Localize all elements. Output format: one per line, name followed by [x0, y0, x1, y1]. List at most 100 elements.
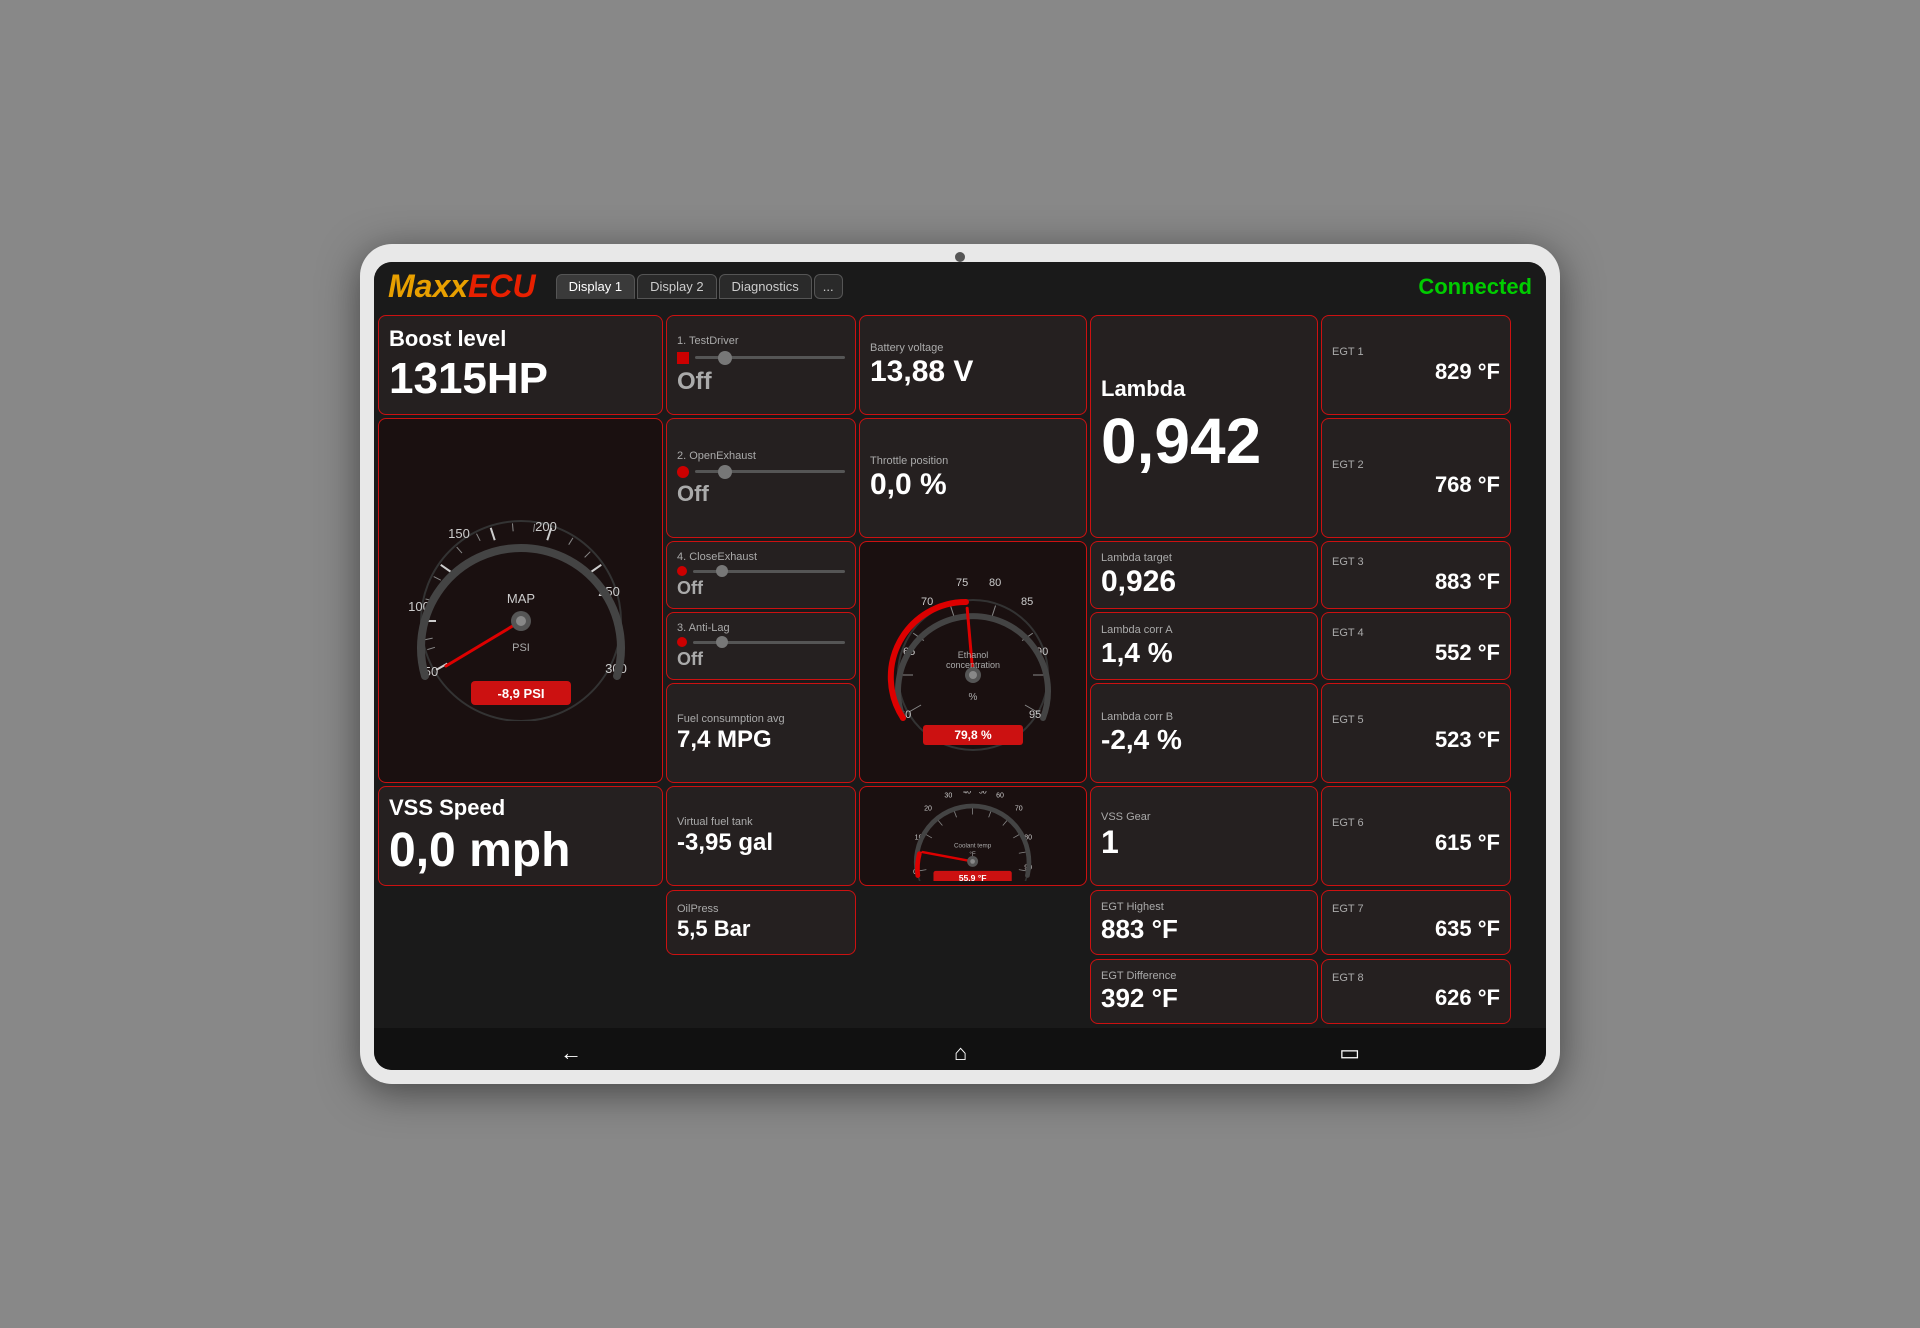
svg-text:MAP: MAP [506, 591, 534, 606]
egt-diff-label: EGT Difference [1101, 970, 1307, 982]
tablet-frame: Maxx ECU Display 1 Display 2 Diagnostics… [360, 244, 1560, 1084]
svg-text:°F: °F [969, 851, 975, 858]
driver3-label: 4. CloseExhaust [677, 551, 845, 563]
egt1-label: EGT 1 [1332, 346, 1500, 358]
throttle-value: 0,0 % [870, 468, 1076, 502]
egt4-label: EGT 4 [1332, 627, 1500, 639]
svg-text:30: 30 [944, 792, 952, 799]
egt-highest-cell: EGT Highest 883 °F [1090, 890, 1318, 955]
fuel-avg-cell: Fuel consumption avg 7,4 MPG [666, 683, 856, 783]
tab-bar: Display 1 Display 2 Diagnostics ... [556, 274, 843, 299]
tab-display1[interactable]: Display 1 [556, 274, 635, 299]
coolant-gauge-svg: 0 10 20 30 40 50 60 70 80 90 100 110 120 [908, 791, 1038, 881]
egt5-cell: EGT 5 523 °F [1321, 683, 1511, 783]
driver2-label: 2. OpenExhaust [677, 450, 845, 462]
lambda-value: 0,942 [1101, 404, 1307, 478]
svg-text:70: 70 [1015, 806, 1023, 813]
vss-speed-title: VSS Speed [389, 795, 652, 821]
egt5-label: EGT 5 [1332, 714, 1500, 726]
svg-text:concentration: concentration [945, 660, 999, 670]
battery-value: 13,88 V [870, 355, 1076, 389]
lambda-corr-a-label: Lambda corr A [1101, 624, 1307, 636]
recent-button[interactable]: ▭ [1339, 1040, 1360, 1066]
vss-gear-value: 1 [1101, 824, 1307, 861]
ethanol-gauge-svg: 60 65 70 75 80 85 90 95 100 [881, 570, 1066, 755]
driver2-dot [677, 466, 689, 478]
svg-text:150: 150 [448, 526, 470, 541]
boost-value: 1315HP [389, 354, 652, 404]
egt4-value: 552 °F [1332, 640, 1500, 666]
svg-text:PSI: PSI [512, 642, 530, 654]
status-connected: Connected [1418, 274, 1532, 300]
lambda-corr-b-value: -2,4 % [1101, 724, 1307, 756]
lambda-target-cell: Lambda target 0,926 [1090, 541, 1318, 609]
fuel-avg-label: Fuel consumption avg [677, 713, 845, 725]
lambda-corr-b-cell: Lambda corr B -2,4 % [1090, 683, 1318, 783]
main-grid: Boost level 1315HP 1. TestDriver Off [374, 311, 1546, 890]
home-button[interactable]: ⌂ [954, 1040, 967, 1066]
svg-text:85: 85 [1021, 596, 1033, 608]
driver4-cell: 3. Anti-Lag Off [666, 612, 856, 680]
egt6-value: 615 °F [1332, 830, 1500, 856]
oil-press-cell: OilPress 5,5 Bar [666, 890, 856, 955]
map-gauge-svg: 50 100 150 200 250 [391, 481, 651, 721]
fuel-tank-value: -3,95 gal [677, 829, 845, 857]
oil-press-value: 5,5 Bar [677, 916, 845, 942]
logo-maxx: Maxx [388, 268, 468, 305]
driver4-value: Off [677, 649, 845, 670]
egt7-value: 635 °F [1332, 916, 1500, 942]
lambda-corr-a-value: 1,4 % [1101, 637, 1307, 669]
egt1-cell: EGT 1 829 °F [1321, 315, 1511, 415]
screen: Maxx ECU Display 1 Display 2 Diagnostics… [374, 262, 1546, 1070]
svg-text:70: 70 [921, 596, 933, 608]
svg-text:Ethanol: Ethanol [957, 650, 988, 660]
driver1-cell: 1. TestDriver Off [666, 315, 856, 415]
lambda-target-value: 0,926 [1101, 565, 1307, 599]
vss-gear-cell: VSS Gear 1 [1090, 786, 1318, 886]
vss-speed-value: 0,0 mph [389, 823, 652, 878]
driver1-thumb [718, 351, 732, 365]
camera [955, 252, 965, 262]
coolant-gauge-cell: 0 10 20 30 40 50 60 70 80 90 100 110 120 [859, 786, 1087, 886]
throttle-label: Throttle position [870, 455, 1076, 467]
driver1-dot [677, 352, 689, 364]
logo-ecu: ECU [468, 268, 536, 305]
egt6-label: EGT 6 [1332, 817, 1500, 829]
tab-more[interactable]: ... [814, 274, 843, 299]
egt3-label: EGT 3 [1332, 556, 1500, 568]
svg-text:50: 50 [979, 791, 987, 795]
svg-text:60: 60 [996, 792, 1004, 799]
egt5-value: 523 °F [1332, 727, 1500, 753]
egt4-cell: EGT 4 552 °F [1321, 612, 1511, 680]
boost-cell: Boost level 1315HP [378, 315, 663, 415]
driver4-label: 3. Anti-Lag [677, 622, 845, 634]
nav-bar: ← ⌂ ▭ [374, 1028, 1546, 1070]
fuel-avg-value: 7,4 MPG [677, 726, 845, 754]
egt2-label: EGT 2 [1332, 459, 1500, 471]
svg-text:75: 75 [956, 577, 968, 589]
egt2-cell: EGT 2 768 °F [1321, 418, 1511, 538]
svg-text:-8,9 PSI: -8,9 PSI [497, 686, 544, 701]
svg-text:55,9 °F: 55,9 °F [959, 873, 987, 881]
boost-title: Boost level [389, 326, 652, 352]
egt8-value: 626 °F [1332, 985, 1500, 1011]
svg-text:79,8 %: 79,8 % [954, 728, 992, 742]
egt1-value: 829 °F [1332, 359, 1500, 385]
svg-text:200: 200 [535, 519, 557, 534]
tab-display2[interactable]: Display 2 [637, 274, 716, 299]
lambda-title: Lambda [1101, 376, 1307, 402]
logo: Maxx ECU [388, 268, 536, 305]
svg-text:%: % [968, 692, 977, 703]
egt-diff-value: 392 °F [1101, 983, 1307, 1014]
driver2-value: Off [677, 481, 845, 507]
tab-diagnostics[interactable]: Diagnostics [719, 274, 812, 299]
svg-text:Coolant temp: Coolant temp [954, 842, 992, 849]
ethanol-gauge-cell: 60 65 70 75 80 85 90 95 100 [859, 541, 1087, 783]
egt-diff-cell: EGT Difference 392 °F [1090, 959, 1318, 1024]
egt3-cell: EGT 3 883 °F [1321, 541, 1511, 609]
header: Maxx ECU Display 1 Display 2 Diagnostics… [374, 262, 1546, 311]
driver1-value: Off [677, 368, 845, 396]
back-button[interactable]: ← [560, 1040, 582, 1066]
oil-press-label: OilPress [677, 903, 845, 915]
svg-text:40: 40 [963, 791, 971, 795]
